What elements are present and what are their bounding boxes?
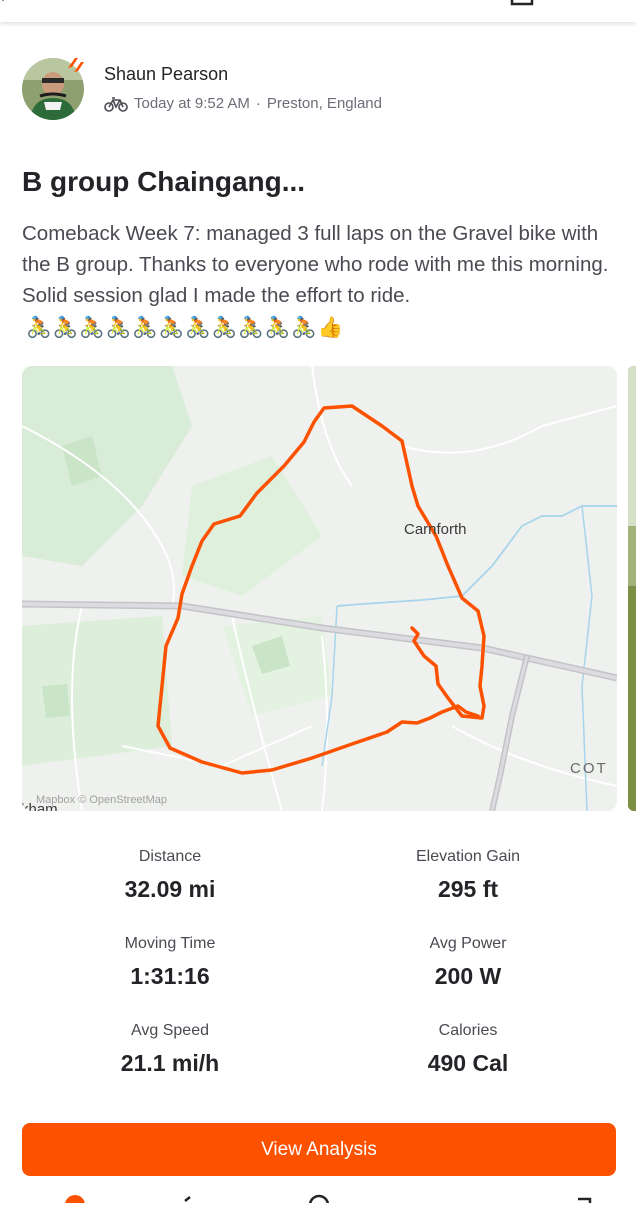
meta-separator: · xyxy=(255,95,261,112)
stat-moving-time: Moving Time 1:31:16 xyxy=(20,935,320,990)
stat-elevation-gain: Elevation Gain 295 ft xyxy=(318,848,618,903)
activity-location: Preston, England xyxy=(266,95,382,112)
stat-value: 200 W xyxy=(434,963,502,989)
view-analysis-button[interactable]: View Analysis xyxy=(22,1123,616,1176)
activity-meta: Today at 9:52 AM · Preston, England xyxy=(104,95,382,112)
emoji-cyclist-icon: 🚴 xyxy=(264,316,291,340)
maps-icon xyxy=(184,1196,191,1202)
stat-label: Elevation Gain xyxy=(415,848,521,865)
activity-description: Comeback Week 7: managed 3 full laps on … xyxy=(22,218,622,343)
emoji-cyclist-icon: 🚴 xyxy=(132,316,158,340)
emoji-cyclist-icon: 🚴 xyxy=(26,316,52,340)
stat-label: Avg Speed xyxy=(131,1022,209,1039)
emoji-cyclist-icon: 🚴 xyxy=(211,316,238,340)
map-place-label-cot: COT xyxy=(570,760,608,777)
activity-timestamp: Today at 9:52 AM xyxy=(134,95,250,112)
subscriber-badge-icon xyxy=(68,58,84,72)
stat-value: 1:31:16 xyxy=(130,963,210,989)
carousel-next-photo-peek[interactable] xyxy=(628,366,636,811)
stat-avg-power: Avg Power 200 W xyxy=(318,935,618,990)
emoji-cyclist-icon: 🚴 xyxy=(52,316,79,340)
athlete-name[interactable]: Shaun Pearson xyxy=(104,64,228,85)
stat-value: 295 ft xyxy=(437,876,499,902)
stat-label: Moving Time xyxy=(124,935,216,952)
back-arrow-icon[interactable] xyxy=(0,0,14,6)
stat-calories: Calories 490 Cal xyxy=(318,1022,618,1077)
stat-distance: Distance 32.09 mi xyxy=(20,848,320,903)
emoji-cyclist-icon: 🚴 xyxy=(185,316,211,340)
home-icon xyxy=(65,1195,85,1208)
emoji-cyclist-icon: 🚴 xyxy=(238,316,264,340)
emoji-cyclist-icon: 🚴 xyxy=(291,316,317,340)
emoji-cyclist-icon: 🚴 xyxy=(158,316,185,340)
emoji-row: 🚴 🚴 🚴 🚴 🚴 🚴 🚴 🚴 🚴 🚴 🚴 👍 xyxy=(26,312,343,343)
stat-value: 21.1 mi/h xyxy=(120,1050,220,1076)
description-text: Comeback Week 7: managed 3 full laps on … xyxy=(22,222,609,307)
emoji-cyclist-icon: 🚴 xyxy=(105,316,132,340)
bottom-navigation xyxy=(0,1190,636,1208)
stat-label: Calories xyxy=(438,1022,498,1039)
activity-title[interactable]: B group Chaingang... xyxy=(22,166,305,198)
athlete-avatar-container[interactable] xyxy=(22,58,84,120)
emoji-cyclist-icon: 🚴 xyxy=(79,316,105,340)
stat-label: Avg Power xyxy=(429,935,507,952)
share-icon[interactable] xyxy=(508,0,536,6)
stat-avg-speed: Avg Speed 21.1 mi/h xyxy=(20,1022,320,1077)
map-attribution[interactable]: Mapbox © OpenStreetMap xyxy=(36,794,167,806)
stat-value: 490 Cal xyxy=(427,1050,509,1076)
map-place-label: Carnforth xyxy=(404,521,467,538)
top-app-bar xyxy=(0,0,636,22)
emoji-thumbs-up-icon: 👍 xyxy=(317,316,344,340)
bike-icon xyxy=(104,96,128,112)
route-map[interactable]: Carnforth COT rkham Mapbox © OpenStreetM… xyxy=(22,366,617,811)
stat-value: 32.09 mi xyxy=(124,876,216,902)
stat-label: Distance xyxy=(138,848,202,865)
